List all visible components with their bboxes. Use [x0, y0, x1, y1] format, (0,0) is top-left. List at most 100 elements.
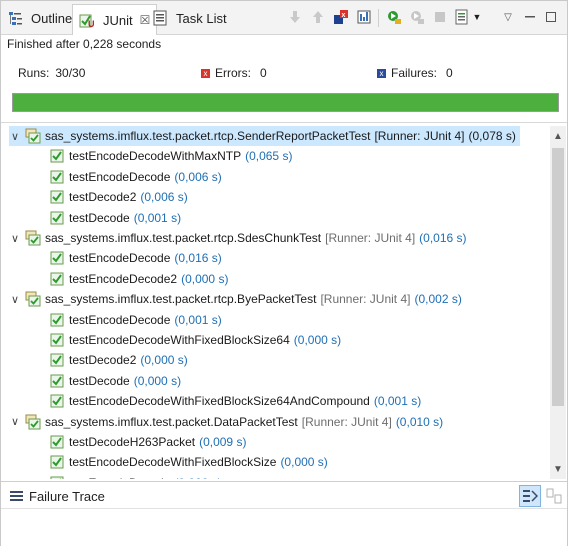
test-row[interactable]: testEncodeDecode2 (0,000 s)	[49, 269, 228, 289]
suite-runner: [Runner: JUnit 4]	[374, 129, 465, 143]
test-name: testEncodeDecode2	[69, 271, 178, 286]
progress-bar	[12, 93, 559, 112]
test-success-icon	[49, 271, 65, 287]
test-name: testDecode2	[69, 190, 137, 205]
test-time: (0,006 s)	[174, 169, 222, 184]
failures-value: 0	[446, 66, 453, 80]
suite-time: (0,078 s)	[468, 129, 516, 143]
test-row[interactable]: testEncodeDecode (0,001 s)	[49, 310, 222, 330]
test-time: (0,000 s)	[280, 455, 328, 470]
test-success-icon	[49, 332, 65, 348]
maximize-icon[interactable]	[542, 8, 560, 26]
scroll-up-icon[interactable]: ▲	[550, 128, 566, 144]
suite-name: sas_systems.imflux.test.packet.rtcp.Send…	[45, 129, 371, 143]
test-time: (0,000 s)	[140, 353, 188, 368]
suite-runner: [Runner: JUnit 4]	[320, 292, 411, 307]
test-row[interactable]: testEncodeDecode (0,006 s)	[49, 167, 222, 187]
scroll-lock-icon[interactable]	[355, 8, 373, 26]
previous-failure-icon[interactable]	[309, 8, 327, 26]
test-row[interactable]: testEncodeDecode (0,000 s)	[49, 473, 222, 479]
tab-task-list[interactable]: Task List	[152, 5, 227, 31]
filter-stack-trace-icon[interactable]	[519, 485, 541, 507]
stop-icon[interactable]	[431, 8, 449, 26]
suite-row[interactable]: ∨ sas_systems.imflux.test.packet.DataPack…	[9, 412, 443, 432]
close-icon[interactable]: ☒	[140, 13, 151, 27]
test-name: testEncodeDecode	[69, 251, 171, 266]
test-time: (0,001 s)	[133, 210, 182, 225]
rerun-failed-first-icon[interactable]	[408, 8, 426, 26]
test-row[interactable]: testDecode (0,001 s)	[49, 208, 181, 228]
test-row[interactable]: testDecodeH263Packet (0,009 s)	[49, 432, 246, 452]
chevron-down-icon[interactable]: ∨	[9, 130, 21, 143]
tab-outline[interactable]: Outline	[7, 5, 72, 31]
suite-name: sas_systems.imflux.test.packet.rtcp.ByeP…	[45, 292, 317, 307]
test-name: testEncodeDecodeWithMaxNTP	[69, 149, 242, 164]
svg-text:U: U	[88, 19, 95, 28]
test-name: testEncodeDecode	[69, 169, 171, 184]
toolbar-separator	[378, 9, 379, 27]
test-time: (0,065 s)	[245, 149, 293, 164]
suite-time: (0,002 s)	[414, 292, 462, 307]
test-row[interactable]: testEncodeDecodeWithMaxNTP (0,065 s)	[49, 146, 292, 166]
chevron-down-icon[interactable]: ∨	[9, 293, 21, 306]
progress-fill	[13, 94, 558, 111]
svg-text:x: x	[342, 12, 346, 19]
test-time: (0,006 s)	[140, 190, 188, 205]
runs-label: Runs:	[18, 66, 50, 80]
test-success-icon	[49, 475, 65, 479]
history-dropdown-icon[interactable]: ▼	[471, 8, 483, 26]
history-icon[interactable]	[453, 8, 471, 26]
test-name: testDecode	[69, 210, 130, 225]
test-time: (0,001 s)	[373, 394, 422, 409]
test-time: (0,000 s)	[293, 333, 342, 347]
scroll-down-icon[interactable]: ▼	[550, 461, 566, 477]
test-row[interactable]: testDecode (0,000 s)	[49, 371, 181, 391]
vertical-scrollbar[interactable]: ▲ ▼	[550, 126, 566, 479]
finished-status: Finished after 0,228 seconds	[7, 37, 162, 51]
test-results-tree[interactable]: ∨ sas_systems.imflux.test.packet.rtcp.Sen…	[1, 126, 549, 479]
runs-counter: Runs: 30/30	[18, 66, 85, 80]
suite-row[interactable]: ∨ sas_systems.imflux.test.packet.rtcp.Sen…	[9, 126, 520, 146]
test-suite-success-icon	[25, 414, 41, 430]
test-success-icon	[49, 434, 65, 450]
tab-junit[interactable]: U JUnit ☒	[72, 4, 158, 35]
test-success-icon	[49, 393, 65, 409]
test-name: testEncodeDecodeWithFixedBlockSize	[69, 455, 277, 470]
test-name: testEncodeDecodeWithFixedBlockSize64AndC…	[69, 394, 370, 409]
suite-name: sas_systems.imflux.test.packet.DataPacke…	[45, 414, 298, 429]
chevron-down-icon[interactable]: ∨	[9, 232, 21, 245]
chevron-down-icon[interactable]: ∨	[9, 415, 21, 428]
test-name: testDecode	[69, 373, 130, 388]
test-row[interactable]: testEncodeDecodeWithFixedBlockSize (0,000…	[49, 452, 328, 472]
test-time: (0,009 s)	[199, 435, 247, 449]
test-row[interactable]: testEncodeDecode (0,016 s)	[49, 248, 222, 268]
test-row[interactable]: testDecode2 (0,006 s)	[49, 187, 188, 207]
tab-outline-label: Outline	[31, 10, 73, 26]
show-failures-only-icon[interactable]: x	[332, 8, 350, 26]
errors-counter: x Errors: 0	[201, 66, 267, 80]
next-failure-icon[interactable]	[286, 8, 304, 26]
test-row[interactable]: testEncodeDecodeWithFixedBlockSize64AndC…	[49, 391, 421, 411]
compare-result-icon[interactable]	[543, 485, 565, 507]
suite-row[interactable]: ∨ sas_systems.imflux.test.packet.rtcp.Bye…	[9, 289, 462, 309]
test-success-icon	[49, 454, 65, 470]
test-name: testDecode2	[69, 353, 137, 368]
test-row[interactable]: testEncodeDecodeWithFixedBlockSize64 (0,0…	[49, 330, 341, 350]
task-list-icon	[152, 10, 168, 26]
test-success-icon	[49, 148, 65, 164]
tab-task-list-label: Task List	[176, 10, 227, 26]
rerun-icon[interactable]	[385, 8, 403, 26]
failure-trace-area	[1, 510, 567, 546]
suite-time: (0,016 s)	[419, 231, 467, 245]
test-suite-success-icon	[25, 230, 41, 246]
test-time: (0,000 s)	[181, 271, 229, 286]
error-icon: x	[201, 68, 210, 78]
suite-row[interactable]: ∨ sas_systems.imflux.test.packet.rtcp.Sde…	[9, 228, 467, 248]
suite-time: (0,010 s)	[395, 414, 444, 429]
test-name: testEncodeDecode	[69, 476, 170, 479]
scrollbar-thumb[interactable]	[552, 148, 564, 406]
test-row[interactable]: testDecode2 (0,000 s)	[49, 350, 188, 370]
minimize-icon[interactable]	[521, 8, 539, 26]
view-menu-icon[interactable]: ▽	[499, 8, 517, 26]
errors-value: 0	[260, 66, 267, 80]
